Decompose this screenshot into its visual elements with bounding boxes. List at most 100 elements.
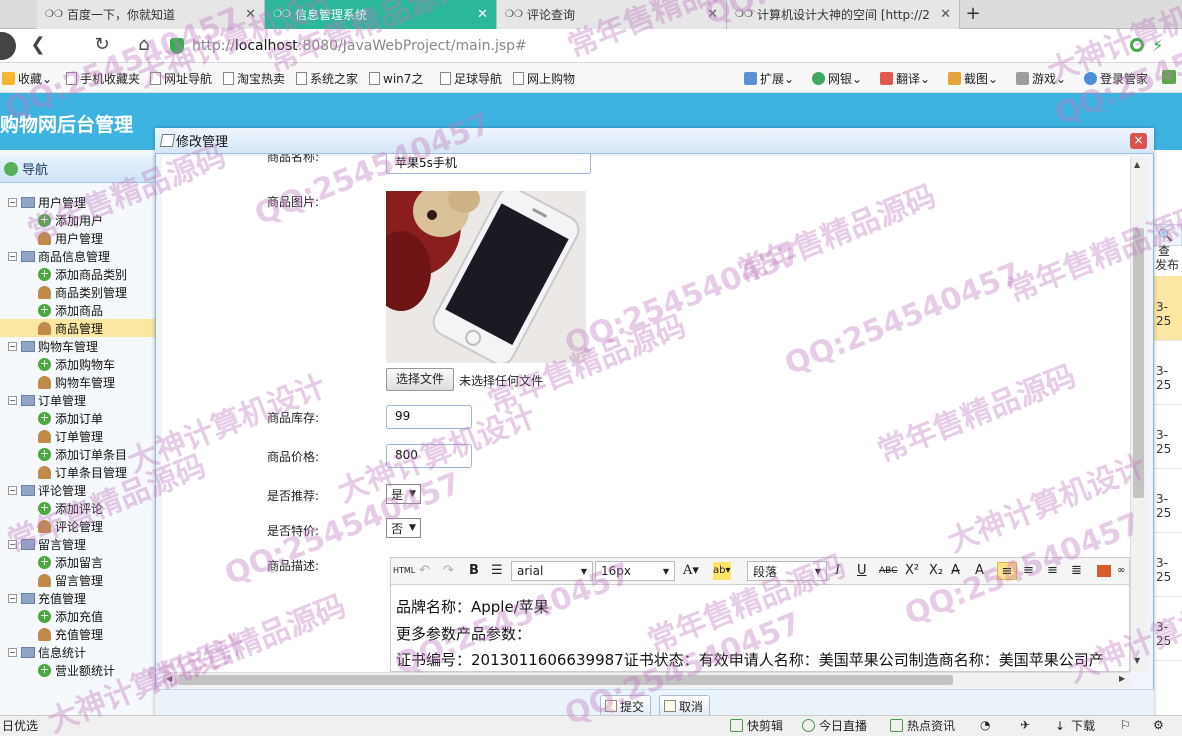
scroll-down-icon[interactable]: ▼: [1134, 656, 1140, 665]
italic-icon[interactable]: I: [835, 562, 840, 580]
speed-icon[interactable]: ◔: [980, 718, 990, 732]
sidebar-item[interactable]: + 添加留言: [0, 553, 156, 571]
tab-baidu[interactable]: ❍❍ 百度一下，你就知道 ✕: [37, 0, 265, 29]
collapse-icon[interactable]: −: [8, 485, 17, 495]
new-tab-button[interactable]: +: [960, 2, 986, 26]
subscript-icon[interactable]: X₂: [929, 562, 943, 580]
sidebar-item[interactable]: 留言管理: [0, 571, 156, 589]
tool-bank[interactable]: 网银 ⌄: [812, 70, 862, 87]
home-button[interactable]: ⌂: [132, 33, 156, 57]
sidebar-group[interactable]: − 购物车管理: [0, 337, 156, 355]
description-editor[interactable]: 品牌名称：Apple/苹果 更多参数产品参数： 证书编号：20130116066…: [390, 584, 1130, 672]
align-right-icon[interactable]: ≡: [1047, 562, 1058, 580]
bookmark-shopping[interactable]: 网上购物: [513, 70, 575, 87]
sidebar-item[interactable]: + 添加订单条目: [0, 445, 156, 463]
close-icon[interactable]: ✕: [940, 7, 951, 22]
sidebar-item[interactable]: 商品类别管理: [0, 283, 156, 301]
status-live[interactable]: 今日直播: [802, 717, 867, 734]
sidebar-item[interactable]: + 添加商品: [0, 301, 156, 319]
sidebar-item[interactable]: + 添加评论: [0, 499, 156, 517]
font-color-icon[interactable]: A▾: [683, 562, 699, 580]
special-select[interactable]: 否 ▼: [386, 518, 421, 538]
sidebar-item[interactable]: 用户管理: [0, 229, 156, 247]
align-left-icon[interactable]: ≡: [997, 562, 1017, 580]
bookmark-win7[interactable]: win7之: [369, 70, 423, 87]
bookmark-taobao[interactable]: 淘宝热卖: [223, 70, 285, 87]
align-center-icon[interactable]: ≡: [1023, 562, 1034, 580]
settings-icon[interactable]: ⚙: [1153, 718, 1164, 732]
scroll-up-icon[interactable]: ▲: [1134, 160, 1140, 169]
url-input[interactable]: http://localhost:8080/JavaWebProject/mai…: [170, 33, 1120, 59]
indent-icon[interactable]: ☰: [491, 562, 503, 580]
strikethrough-icon[interactable]: ABC: [879, 562, 897, 580]
sidebar-item[interactable]: 购物车管理: [0, 373, 156, 391]
sidebar-item[interactable]: + 添加用户: [0, 211, 156, 229]
format-brush-icon[interactable]: A: [975, 562, 984, 580]
book-icon[interactable]: [1162, 70, 1176, 84]
status-hot-news[interactable]: 热点资讯: [890, 717, 955, 734]
price-input[interactable]: 800: [386, 444, 472, 468]
sidebar-group[interactable]: − 信息统计: [0, 643, 156, 661]
dialog-close-button[interactable]: ×: [1130, 133, 1147, 149]
flag-icon[interactable]: ⚐: [1120, 718, 1131, 732]
bookmark-favorites[interactable]: 收藏 ⌄: [2, 70, 52, 87]
submit-button[interactable]: 提交: [600, 695, 652, 717]
collapse-icon[interactable]: −: [8, 251, 17, 261]
highlight-icon[interactable]: ab▾: [713, 562, 731, 580]
tool-games[interactable]: 游戏 ⌄: [1016, 70, 1066, 87]
undo-icon[interactable]: ↶: [419, 562, 430, 580]
collapse-icon[interactable]: −: [8, 341, 17, 351]
sidebar-item[interactable]: + 添加商品类别: [0, 265, 156, 283]
close-icon[interactable]: ✕: [477, 7, 488, 22]
tab-designer-space[interactable]: ❍❍ 计算机设计大神的空间 [http://2 ✕: [727, 0, 960, 29]
paragraph-format-select[interactable]: 段落 ▼: [747, 561, 827, 581]
sidebar-item[interactable]: 充值管理: [0, 625, 156, 643]
sidebar-item[interactable]: + 添加购物车: [0, 355, 156, 373]
sidebar-item[interactable]: 商品管理: [0, 319, 156, 337]
collapse-icon[interactable]: −: [8, 539, 17, 549]
collapse-icon[interactable]: −: [8, 593, 17, 603]
recommend-select[interactable]: 是 ▼: [386, 484, 421, 504]
collapse-icon[interactable]: −: [8, 395, 17, 405]
align-justify-icon[interactable]: ≣: [1071, 562, 1082, 580]
font-size-select[interactable]: 16px ▼: [595, 561, 675, 581]
tool-screenshot[interactable]: 截图 ⌄: [948, 70, 998, 87]
bookmark-football[interactable]: 足球导航: [440, 70, 502, 87]
sidebar-group[interactable]: − 留言管理: [0, 535, 156, 553]
vertical-scroll-thumb[interactable]: [1133, 228, 1144, 498]
collapse-icon[interactable]: −: [8, 647, 17, 657]
close-icon[interactable]: ✕: [707, 7, 718, 22]
underline-icon[interactable]: U: [857, 562, 867, 580]
tab-info-system[interactable]: ❍❍ 信息管理系统 ✕: [265, 0, 497, 29]
stock-input[interactable]: 99: [386, 405, 472, 429]
status-download[interactable]: ↓ 下载: [1055, 717, 1095, 734]
sidebar-item[interactable]: + 营业额统计: [0, 661, 156, 679]
choose-file-button[interactable]: 选择文件: [386, 368, 454, 391]
tool-extensions[interactable]: 扩展 ⌄: [744, 70, 794, 87]
redo-icon[interactable]: ↷: [443, 562, 454, 580]
bookmark-system[interactable]: 系统之家: [296, 70, 358, 87]
sidebar-group[interactable]: − 评论管理: [0, 481, 156, 499]
scroll-left-icon[interactable]: ◀: [166, 674, 172, 683]
tool-login-manager[interactable]: 登录管家: [1084, 70, 1148, 87]
close-icon[interactable]: ✕: [245, 7, 256, 22]
collapse-icon[interactable]: −: [8, 197, 17, 207]
html-source-button[interactable]: HTML: [393, 562, 415, 580]
sidebar-group[interactable]: − 订单管理: [0, 391, 156, 409]
sidebar-group[interactable]: − 充值管理: [0, 589, 156, 607]
horizontal-scroll-thumb[interactable]: [178, 675, 953, 685]
sidebar-item[interactable]: + 添加充值: [0, 607, 156, 625]
status-quick-clip[interactable]: 快剪辑: [730, 717, 783, 734]
lightning-icon[interactable]: ⚡: [1152, 36, 1163, 55]
product-name-input[interactable]: 苹果5s手机: [386, 154, 591, 174]
sidebar-group[interactable]: − 用户管理: [0, 193, 156, 211]
bookmark-mobile[interactable]: 手机收藏夹: [66, 70, 140, 87]
sidebar-item[interactable]: 订单条目管理: [0, 463, 156, 481]
reload-button[interactable]: ↻: [90, 33, 114, 57]
bookmark-nav[interactable]: 网址导航: [150, 70, 212, 87]
font-family-select[interactable]: arial ▼: [511, 561, 593, 581]
tab-comment-query[interactable]: ❍❍ 评论查询 ✕: [497, 0, 727, 29]
sidebar-item[interactable]: 评论管理: [0, 517, 156, 535]
superscript-icon[interactable]: X²: [905, 562, 919, 580]
clear-format-icon[interactable]: A̶: [951, 562, 960, 580]
